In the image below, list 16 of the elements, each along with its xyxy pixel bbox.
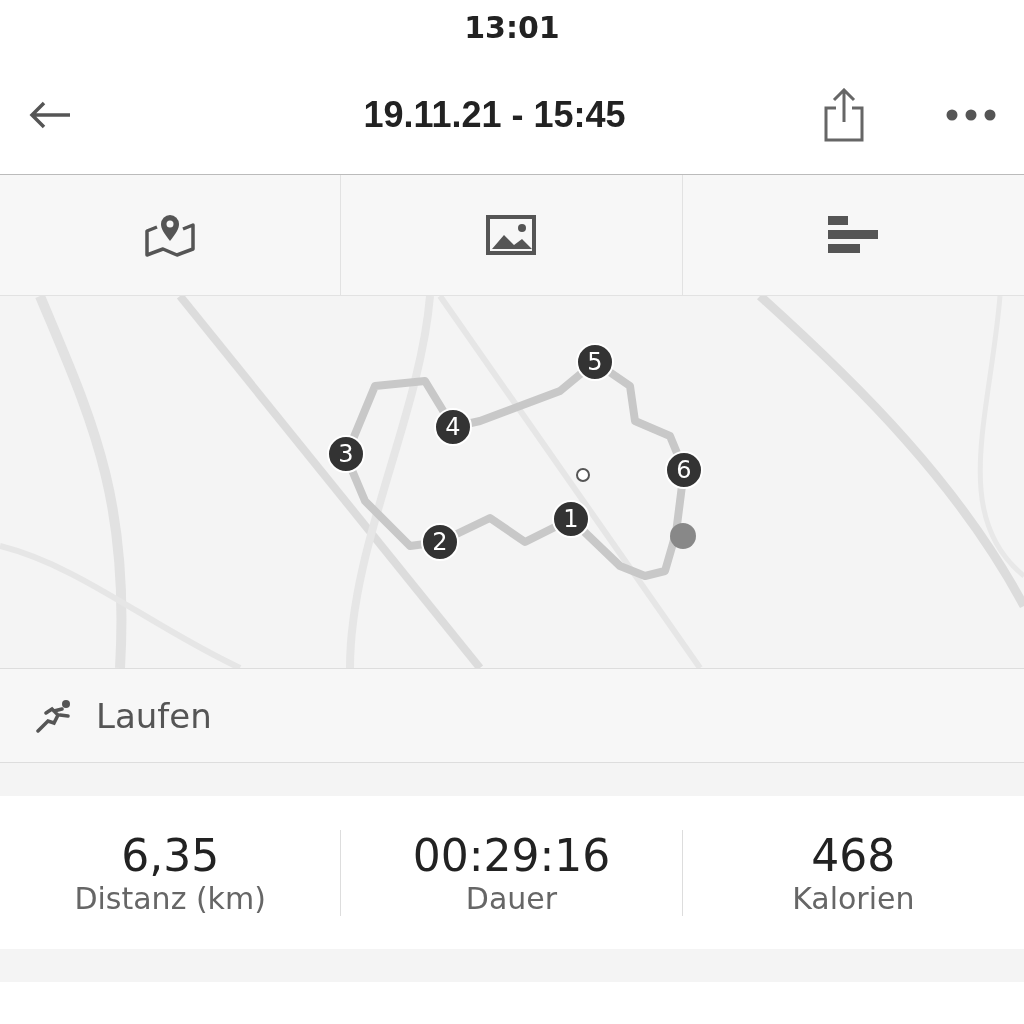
more-button[interactable] [946, 108, 996, 121]
stat-label: Kalorien [792, 880, 915, 916]
image-icon [486, 215, 537, 255]
share-button[interactable] [822, 87, 866, 142]
back-button[interactable] [28, 99, 72, 130]
status-time: 13:01 [464, 10, 560, 45]
stat-label: Dauer [465, 880, 558, 916]
stat-value: 00:29:16 [412, 829, 611, 881]
stat-value: 6,35 [121, 829, 220, 881]
stat-value: 468 [811, 829, 896, 881]
stat-label: Distanz (km) [74, 880, 266, 916]
running-icon [36, 698, 72, 733]
header-title: 19.11.21 - 15:45 [363, 93, 626, 136]
bar-chart-icon [828, 216, 879, 254]
activity-type: Laufen [96, 695, 212, 736]
map-pin-icon [143, 213, 198, 257]
